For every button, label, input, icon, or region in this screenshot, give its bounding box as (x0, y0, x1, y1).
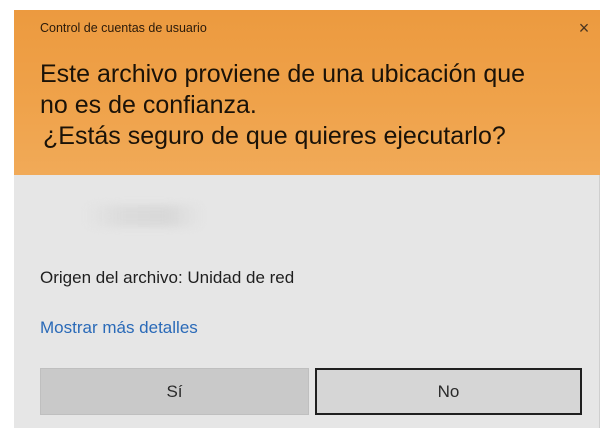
question-line-2: no es de confianza. (40, 91, 257, 119)
redacted-program-name (84, 205, 204, 227)
no-button[interactable]: No (315, 368, 582, 415)
show-more-details-link[interactable]: Mostrar más detalles (40, 318, 198, 338)
yes-button[interactable]: Sí (40, 368, 309, 415)
dialog-title: Control de cuentas de usuario (40, 21, 207, 35)
uac-question: Este archivo proviene de una ubicación q… (40, 59, 580, 152)
close-icon[interactable]: × (574, 18, 594, 38)
question-line-1: Este archivo proviene de una ubicación q… (40, 60, 526, 88)
file-origin: Origen del archivo: Unidad de red (40, 268, 295, 287)
uac-header: Control de cuentas de usuario × Este arc… (14, 10, 600, 175)
uac-dialog: Control de cuentas de usuario × Este arc… (14, 10, 600, 428)
question-line-3: ¿Estás seguro de que quieres ejecutarlo? (43, 122, 506, 150)
